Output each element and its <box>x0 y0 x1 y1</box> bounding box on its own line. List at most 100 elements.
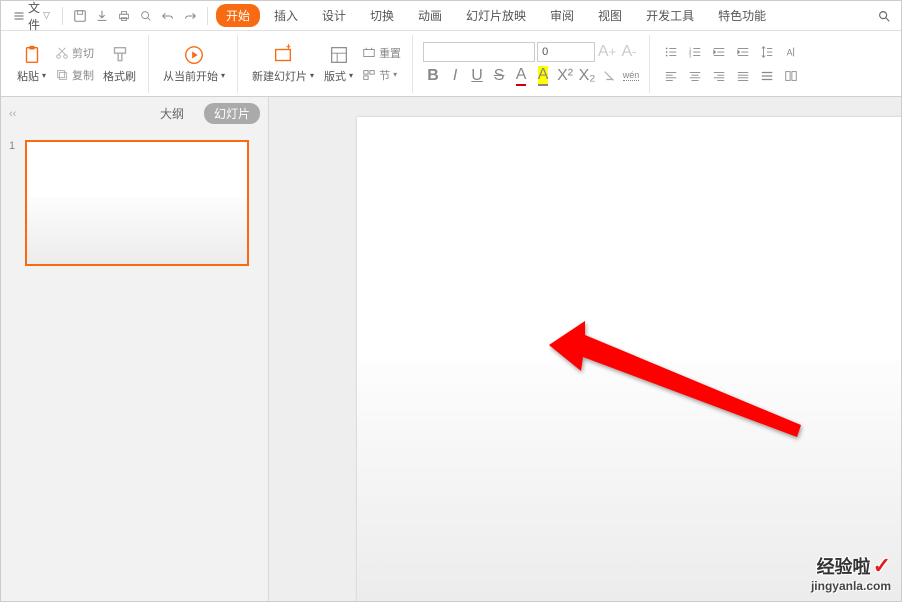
tab-features[interactable]: 特色功能 <box>708 3 776 28</box>
section-icon <box>362 68 376 82</box>
checkmark-icon: ✓ <box>873 553 891 578</box>
slide-panel: ‹‹ 大纲 幻灯片 1 <box>1 97 269 601</box>
reset-button[interactable]: 重置 <box>359 43 404 63</box>
decrease-indent-icon[interactable] <box>708 41 730 63</box>
chevron-down-icon: ▽ <box>43 10 50 21</box>
tab-start[interactable]: 开始 <box>216 4 260 27</box>
clear-format-icon[interactable] <box>599 66 619 86</box>
slide-thumbnail[interactable] <box>25 140 249 266</box>
align-center-icon[interactable] <box>684 65 706 87</box>
numbering-icon[interactable]: 123 <box>684 41 706 63</box>
highlight-icon[interactable]: A <box>533 66 553 86</box>
play-icon <box>183 44 205 66</box>
align-right-icon[interactable] <box>708 65 730 87</box>
bullets-icon[interactable] <box>660 41 682 63</box>
chevron-down-icon: ▾ <box>221 71 225 80</box>
copy-icon <box>55 68 69 82</box>
slides-tab[interactable]: 幻灯片 <box>204 103 260 124</box>
align-left-icon[interactable] <box>660 65 682 87</box>
tab-view[interactable]: 视图 <box>588 3 632 28</box>
bold-icon[interactable]: B <box>423 66 443 86</box>
watermark: 经验啦✓ jingyanla.com <box>811 553 891 593</box>
play-label: 从当前开始 <box>163 68 218 84</box>
svg-text:3: 3 <box>689 53 692 58</box>
tab-label: 设计 <box>322 9 346 23</box>
line-spacing-icon[interactable] <box>756 41 778 63</box>
slide-number: 1 <box>9 140 19 266</box>
tab-label: 插入 <box>274 9 298 23</box>
increase-indent-icon[interactable] <box>732 41 754 63</box>
tab-label: 幻灯片放映 <box>466 9 526 23</box>
cut-button[interactable]: 剪切 <box>52 43 97 63</box>
font-size-combo[interactable] <box>537 42 595 62</box>
tab-label: 动画 <box>418 9 442 23</box>
tab-design[interactable]: 设计 <box>312 3 356 28</box>
section-label: 节 <box>379 67 390 83</box>
format-painter-label: 格式刷 <box>103 68 136 84</box>
copy-label: 复制 <box>72 67 94 83</box>
save-icon[interactable] <box>71 7 89 25</box>
tab-label: 开发工具 <box>646 9 694 23</box>
file-menu-label: 文件 <box>28 0 40 33</box>
tab-label: 审阅 <box>550 9 574 23</box>
strikethrough-icon[interactable]: S <box>489 66 509 86</box>
tab-review[interactable]: 审阅 <box>540 3 584 28</box>
italic-icon[interactable]: I <box>445 66 465 86</box>
chevron-down-icon: ▾ <box>310 71 314 80</box>
scissors-icon <box>55 46 69 60</box>
outline-tab[interactable]: 大纲 <box>150 103 194 124</box>
svg-text:A: A <box>787 47 793 57</box>
align-justify-icon[interactable] <box>732 65 754 87</box>
phonetic-icon[interactable]: wén <box>621 66 641 86</box>
reset-icon <box>362 46 376 60</box>
reset-label: 重置 <box>379 45 401 61</box>
menu-icon <box>13 10 25 22</box>
tab-label: 开始 <box>226 9 250 23</box>
paste-label: 粘贴 <box>17 68 39 84</box>
new-slide-button[interactable]: 新建幻灯片▾ <box>248 42 318 86</box>
columns-icon[interactable] <box>780 65 802 87</box>
decrease-font-icon[interactable]: A- <box>619 42 639 62</box>
superscript-icon[interactable]: X² <box>555 66 575 86</box>
tab-transition[interactable]: 切换 <box>360 3 404 28</box>
tab-insert[interactable]: 插入 <box>264 3 308 28</box>
text-direction-icon[interactable]: A <box>780 41 802 63</box>
redo-icon[interactable] <box>181 7 199 25</box>
watermark-domain: jingyanla.com <box>811 579 891 593</box>
tab-animation[interactable]: 动画 <box>408 3 452 28</box>
slide-canvas[interactable] <box>357 117 901 601</box>
paste-button[interactable]: 粘贴▾ <box>13 42 50 86</box>
tab-developer[interactable]: 开发工具 <box>636 3 704 28</box>
tab-label: 视图 <box>598 9 622 23</box>
collapse-panel-icon[interactable]: ‹‹ <box>9 108 16 120</box>
print-preview-icon[interactable] <box>137 7 155 25</box>
increase-font-icon[interactable]: A+ <box>597 42 617 62</box>
chevron-down-icon: ▾ <box>42 71 46 80</box>
format-painter-button[interactable]: 格式刷 <box>99 42 140 86</box>
font-color-icon[interactable]: A <box>511 66 531 86</box>
new-slide-icon <box>272 44 294 66</box>
layout-icon <box>328 44 350 66</box>
watermark-brand: 经验啦 <box>817 557 871 577</box>
cut-label: 剪切 <box>72 45 94 61</box>
tab-label: 特色功能 <box>718 9 766 23</box>
font-name-combo[interactable] <box>423 42 535 62</box>
copy-button[interactable]: 复制 <box>52 65 97 85</box>
undo-icon[interactable] <box>159 7 177 25</box>
file-menu[interactable]: 文件 ▽ <box>9 0 54 35</box>
layout-label: 版式 <box>324 68 346 84</box>
tab-slideshow[interactable]: 幻灯片放映 <box>456 3 536 28</box>
section-button[interactable]: 节▾ <box>359 65 404 85</box>
search-icon[interactable] <box>875 7 893 25</box>
print-icon[interactable] <box>115 7 133 25</box>
thumbnail-preview <box>27 197 247 264</box>
brush-icon <box>109 44 131 66</box>
export-icon[interactable] <box>93 7 111 25</box>
play-from-current-button[interactable]: 从当前开始▾ <box>159 42 229 86</box>
tab-label: 切换 <box>370 9 394 23</box>
subscript-icon[interactable]: X₂ <box>577 66 597 86</box>
chevron-down-icon: ▾ <box>349 71 353 80</box>
align-distribute-icon[interactable] <box>756 65 778 87</box>
layout-button[interactable]: 版式▾ <box>320 42 357 86</box>
underline-icon[interactable]: U <box>467 66 487 86</box>
